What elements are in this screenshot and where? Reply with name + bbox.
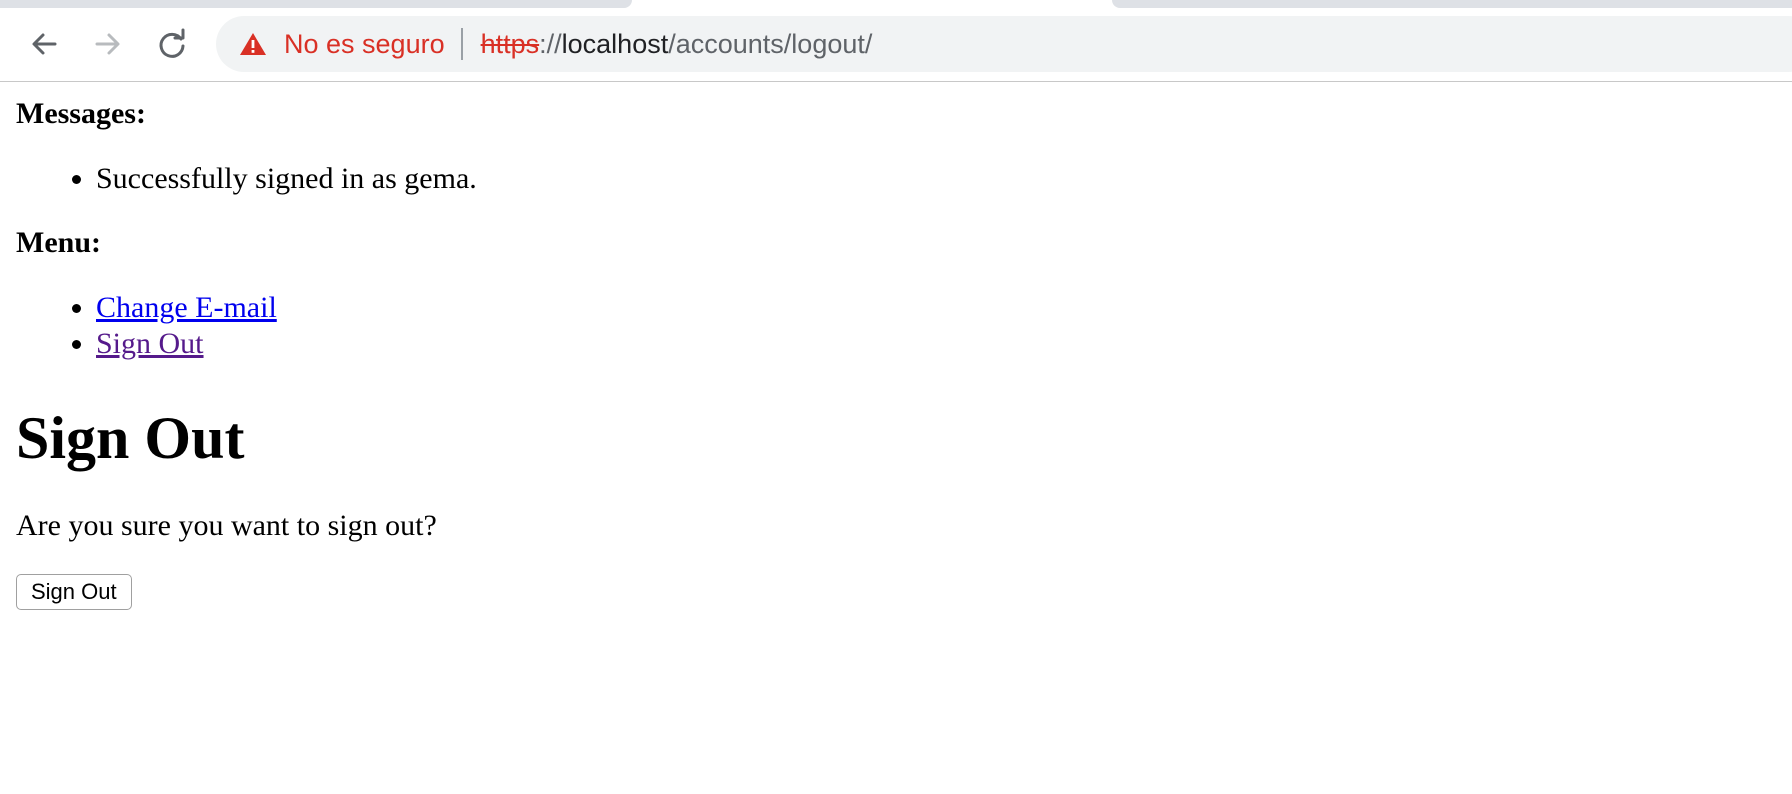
page-title: Sign Out [16, 405, 245, 471]
confirm-prompt: Are you sure you want to sign out? [16, 509, 437, 542]
menu-item: Sign Out [96, 326, 1792, 362]
arrow-right-icon [95, 33, 120, 55]
reload-icon [159, 28, 185, 58]
url-host: localhost [561, 28, 669, 59]
arrow-left-icon [32, 33, 57, 55]
sign-out-button[interactable]: Sign Out [16, 574, 132, 610]
menu-item: Change E-mail [96, 290, 1792, 326]
menu-list: Change E-mail Sign Out [16, 290, 1792, 362]
sign-out-link[interactable]: Sign Out [96, 327, 204, 360]
messages-heading: Messages: [16, 97, 146, 130]
tab-inactive-left[interactable] [0, 0, 632, 8]
change-email-link[interactable]: Change E-mail [96, 291, 277, 324]
security-status[interactable]: No es seguro [284, 29, 445, 60]
page-content: Messages: Successfully signed in as gema… [0, 82, 1792, 610]
warning-triangle-icon[interactable] [238, 31, 268, 57]
messages-list: Successfully signed in as gema. [16, 161, 1792, 197]
url-scheme: https [480, 28, 540, 59]
browser-toolbar: No es seguro https://localhost/accounts/… [0, 0, 1792, 82]
menu-heading: Menu: [16, 226, 101, 259]
url-path: /accounts/logout/ [668, 28, 873, 59]
message-item: Successfully signed in as gema. [96, 161, 1792, 197]
url-separator: :// [539, 28, 562, 59]
reload-button[interactable] [152, 24, 192, 64]
omnibox-divider [460, 28, 463, 60]
tab-inactive-right[interactable] [1112, 0, 1792, 8]
forward-button[interactable] [88, 24, 128, 64]
back-button[interactable] [24, 24, 64, 64]
address-bar[interactable]: No es seguro https://localhost/accounts/… [216, 16, 1792, 72]
